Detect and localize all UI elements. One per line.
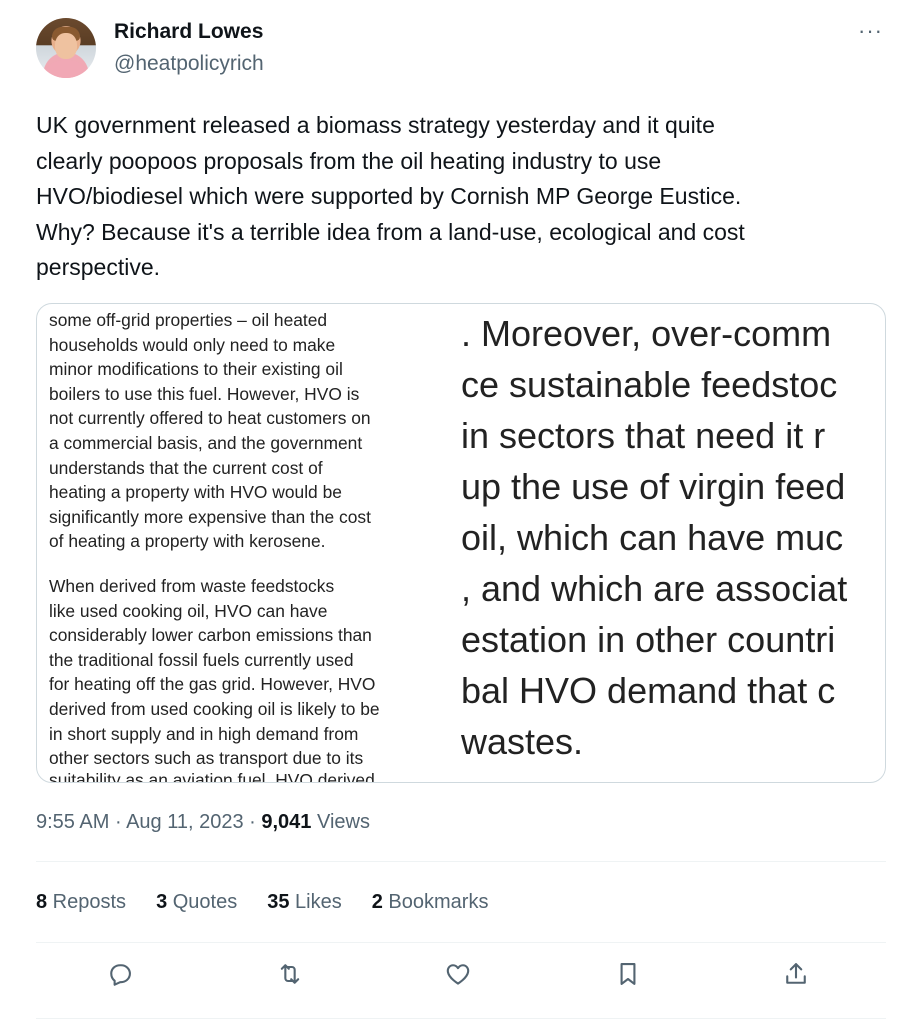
quotes-count: 3 xyxy=(156,891,168,913)
doc-zoom-line: up the use of virgin feed xyxy=(461,466,846,507)
tweet-meta: 9:55 AM · Aug 11, 2023 · 9,041 Views xyxy=(36,811,370,834)
quotes-stat[interactable]: 3 Quotes xyxy=(156,891,237,914)
engagement-stats: 8 Reposts 3 Quotes 35 Likes 2 Bookmarks xyxy=(36,891,518,914)
doc-line: considerably lower carbon emissions than xyxy=(49,625,372,646)
doc-line: understands that the current cost of xyxy=(49,457,323,478)
doc-line: some off-grid properties – oil heated xyxy=(49,310,328,330)
doc-zoom-line: wastes. xyxy=(461,721,584,762)
doc-line: like used cooking oil, HVO can have xyxy=(49,600,328,621)
doc-line: households would only need to make xyxy=(49,334,336,355)
likes-count: 35 xyxy=(267,891,290,913)
divider xyxy=(36,1018,886,1019)
share-icon xyxy=(782,963,810,992)
action-bar xyxy=(36,960,886,996)
more-options-icon[interactable]: ··· xyxy=(858,18,883,44)
doc-line: not currently offered to heat customers … xyxy=(49,408,371,429)
reply-button[interactable] xyxy=(106,960,142,996)
tweet-text: UK government released a biomass strateg… xyxy=(36,108,866,286)
repost-icon xyxy=(276,964,304,992)
reposts-label: Reposts xyxy=(47,891,127,913)
tweet-line: Why? Because it's a terrible idea from a… xyxy=(36,218,745,245)
tweet-line: perspective. xyxy=(36,254,161,280)
meta-separator: · xyxy=(243,811,262,833)
reposts-stat[interactable]: 8 Reposts xyxy=(36,891,126,914)
views-count: 9,041 xyxy=(261,811,312,833)
doc-zoom-line: in sectors that need it r xyxy=(461,415,826,456)
doc-line: When derived from waste feedstocks xyxy=(49,575,335,596)
tweet-time[interactable]: 9:55 AM xyxy=(36,811,109,833)
avatar-shirt xyxy=(42,60,90,78)
doc-line: in short supply and in high demand from xyxy=(49,723,359,744)
doc-line-cut: suitability as an aviation fuel. HVO der… xyxy=(49,770,375,783)
tweet-line: HVO/biodiesel which were supported by Co… xyxy=(36,183,742,209)
likes-label: Likes xyxy=(289,891,342,913)
share-button[interactable] xyxy=(782,960,818,996)
doc-line: a commercial basis, and the government xyxy=(49,432,363,453)
tweet-date[interactable]: Aug 11, 2023 xyxy=(126,811,244,833)
bookmark-button[interactable] xyxy=(614,960,650,996)
meta-separator: · xyxy=(109,811,127,833)
bookmarks-count: 2 xyxy=(371,891,383,913)
bookmarks-stat[interactable]: 2 Bookmarks xyxy=(372,891,489,914)
likes-stat[interactable]: 35 Likes xyxy=(267,891,342,914)
bookmark-icon xyxy=(614,963,642,992)
reply-icon xyxy=(106,964,134,992)
divider xyxy=(36,942,886,943)
document-excerpt-right: . Moreover, over-comm ce sustainable fee… xyxy=(461,308,885,767)
doc-line: significantly more expensive than the co… xyxy=(49,506,371,527)
doc-zoom-line: estation in other countri xyxy=(461,619,836,660)
like-button[interactable] xyxy=(444,960,480,996)
reposts-count: 8 xyxy=(36,891,48,913)
doc-line: other sectors such as transport due to i… xyxy=(49,748,364,769)
doc-zoom-line: oil, which can have muc xyxy=(461,517,844,558)
avatar-face xyxy=(55,33,77,59)
quotes-label: Quotes xyxy=(167,891,238,913)
tweet-image[interactable]: some off-grid properties – oil heated ho… xyxy=(36,303,886,783)
tweet-line: clearly poopoos proposals from the oil h… xyxy=(36,147,662,174)
repost-button[interactable] xyxy=(276,960,312,996)
doc-line: minor modifications to their existing oi… xyxy=(49,359,343,380)
author-name[interactable]: Richard Lowes xyxy=(114,20,263,44)
doc-line: the traditional fossil fuels currently u… xyxy=(49,649,354,670)
avatar[interactable] xyxy=(36,18,96,78)
document-excerpt-left: some off-grid properties – oil heated ho… xyxy=(49,308,439,771)
bookmarks-label: Bookmarks xyxy=(382,891,489,913)
author-handle[interactable]: @heatpolicyrich xyxy=(114,52,264,76)
doc-zoom-line: . Moreover, over-comm xyxy=(461,313,832,354)
doc-zoom-line: ce sustainable feedstoc xyxy=(461,364,838,405)
doc-line: boilers to use this fuel. However, HVO i… xyxy=(49,383,360,404)
doc-zoom-line: bal HVO demand that c xyxy=(461,670,836,711)
tweet-line: UK government released a biomass strateg… xyxy=(36,112,715,138)
doc-line: of heating a property with kerosene. xyxy=(49,531,326,552)
views-label: Views xyxy=(311,811,370,833)
doc-line: derived from used cooking oil is likely … xyxy=(49,698,380,719)
heart-icon xyxy=(444,964,472,992)
doc-zoom-line: , and which are associat xyxy=(461,568,848,609)
doc-line: heating a property with HVO would be xyxy=(49,482,342,503)
divider xyxy=(36,861,886,862)
doc-line: for heating off the gas grid. However, H… xyxy=(49,674,376,695)
